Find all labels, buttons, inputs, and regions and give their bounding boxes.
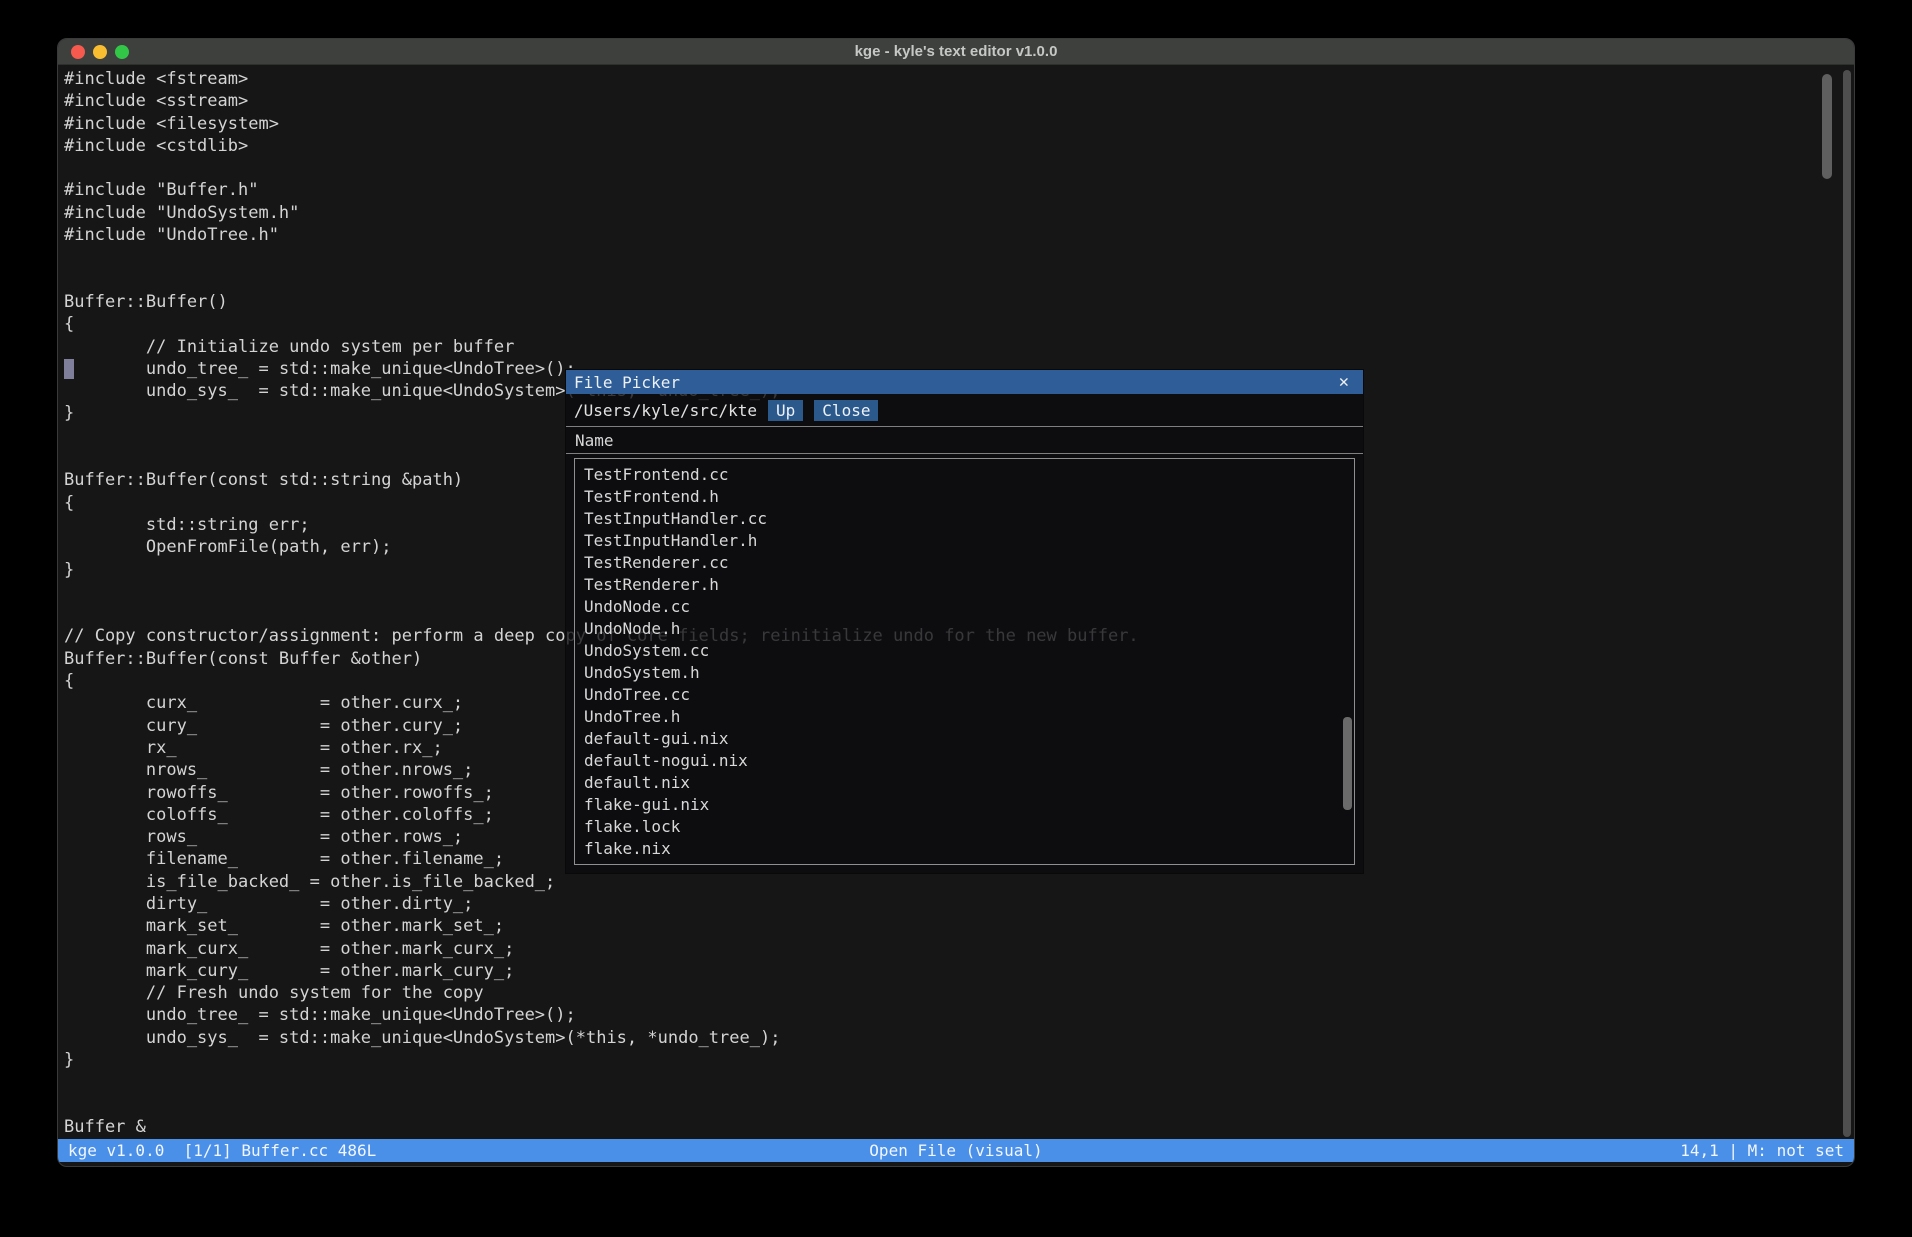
code-line: #include <fstream> xyxy=(64,69,1854,91)
code-line: mark_curx_ = other.mark_curx_; xyxy=(64,939,1854,961)
file-picker-toolbar: /Users/kyle/src/kte Up Close xyxy=(566,394,1363,426)
file-list-item[interactable]: UndoNode.h xyxy=(584,618,1354,640)
code-line xyxy=(64,158,1854,180)
code-line: Buffer::Buffer() xyxy=(64,292,1854,314)
code-line: { xyxy=(64,314,1854,336)
editor-window: kge - kyle's text editor v1.0.0 #include… xyxy=(57,38,1855,1167)
code-line: undo_sys_ = std::make_unique<UndoSystem>… xyxy=(64,1028,1854,1050)
status-file-info: kge v1.0.0 [1/1] Buffer.cc 486L xyxy=(68,1141,376,1160)
code-line: #include <cstdlib> xyxy=(64,136,1854,158)
code-line: dirty_ = other.dirty_; xyxy=(64,894,1854,916)
code-line xyxy=(64,270,1854,292)
file-list-item[interactable]: flake-gui.nix xyxy=(584,794,1354,816)
code-line: } xyxy=(64,1050,1854,1072)
close-button[interactable]: Close xyxy=(814,400,878,421)
file-list-scrollbar-thumb[interactable] xyxy=(1343,717,1352,810)
file-list-item[interactable]: TestInputHandler.cc xyxy=(584,508,1354,530)
code-line: is_file_backed_ = other.is_file_backed_; xyxy=(64,872,1854,894)
window-title: kge - kyle's text editor v1.0.0 xyxy=(855,43,1058,60)
code-line: #include "UndoSystem.h" xyxy=(64,203,1854,225)
code-line: Buffer & xyxy=(64,1117,1854,1139)
window-titlebar[interactable]: kge - kyle's text editor v1.0.0 xyxy=(58,39,1854,65)
editor-scrollbar-track[interactable] xyxy=(1843,70,1851,1137)
code-line xyxy=(64,1095,1854,1117)
file-list-item[interactable]: UndoSystem.h xyxy=(584,662,1354,684)
close-window-icon[interactable] xyxy=(71,45,85,59)
file-list-item[interactable]: flake.nix xyxy=(584,838,1354,860)
code-line: // Fresh undo system for the copy xyxy=(64,983,1854,1005)
file-picker-title: File Picker xyxy=(574,373,680,392)
file-list-item[interactable]: TestInputHandler.h xyxy=(584,530,1354,552)
minimize-window-icon[interactable] xyxy=(93,45,107,59)
file-list-item[interactable]: TestFrontend.cc xyxy=(584,464,1354,486)
file-list-item[interactable]: TestFrontend.h xyxy=(584,486,1354,508)
file-list-item[interactable]: default.nix xyxy=(584,772,1354,794)
code-line: // Initialize undo system per buffer xyxy=(64,337,1854,359)
editor-scrollbar-thumb[interactable] xyxy=(1822,74,1832,179)
file-list-item[interactable]: default-gui.nix xyxy=(584,728,1354,750)
code-line: #include "Buffer.h" xyxy=(64,180,1854,202)
file-list-item[interactable]: UndoTree.h xyxy=(584,706,1354,728)
text-cursor xyxy=(64,359,74,379)
file-list: TestFrontend.ccTestFrontend.hTestInputHa… xyxy=(574,458,1355,865)
file-list-item[interactable]: UndoSystem.cc xyxy=(584,640,1354,662)
code-line: #include <filesystem> xyxy=(64,114,1854,136)
file-list-item[interactable]: TestRenderer.h xyxy=(584,574,1354,596)
file-picker-titlebar[interactable]: File Picker ✕ xyxy=(566,370,1363,394)
file-list-items: TestFrontend.ccTestFrontend.hTestInputHa… xyxy=(584,464,1354,860)
code-line: undo_tree_ = std::make_unique<UndoTree>(… xyxy=(64,1005,1854,1027)
file-list-item[interactable]: UndoTree.cc xyxy=(584,684,1354,706)
status-bar: Open File (visual) kge v1.0.0 [1/1] Buff… xyxy=(58,1139,1854,1162)
code-line: #include <sstream> xyxy=(64,91,1854,113)
file-picker-dialog: File Picker ✕ /Users/kyle/src/kte Up Clo… xyxy=(566,370,1363,873)
file-list-item[interactable]: default-nogui.nix xyxy=(584,750,1354,772)
close-icon[interactable]: ✕ xyxy=(1339,374,1349,391)
code-line xyxy=(64,1072,1854,1094)
header-divider xyxy=(566,453,1363,454)
code-line: mark_cury_ = other.mark_cury_; xyxy=(64,961,1854,983)
status-cursor-position: 14,1 | M: not set xyxy=(1680,1141,1844,1160)
file-list-item[interactable]: TestRenderer.cc xyxy=(584,552,1354,574)
file-list-item[interactable]: flake.lock xyxy=(584,816,1354,838)
code-line: #include "UndoTree.h" xyxy=(64,225,1854,247)
code-editor[interactable]: #include <fstream>#include <sstream>#inc… xyxy=(58,65,1854,1139)
zoom-window-icon[interactable] xyxy=(115,45,129,59)
code-line xyxy=(64,247,1854,269)
code-line: mark_set_ = other.mark_set_; xyxy=(64,916,1854,938)
file-list-item[interactable]: UndoNode.cc xyxy=(584,596,1354,618)
current-path: /Users/kyle/src/kte xyxy=(574,401,757,420)
name-column-header: Name xyxy=(566,427,1363,453)
traffic-lights xyxy=(71,45,129,59)
desktop: kge - kyle's text editor v1.0.0 #include… xyxy=(0,0,1912,1237)
up-button[interactable]: Up xyxy=(768,400,803,421)
